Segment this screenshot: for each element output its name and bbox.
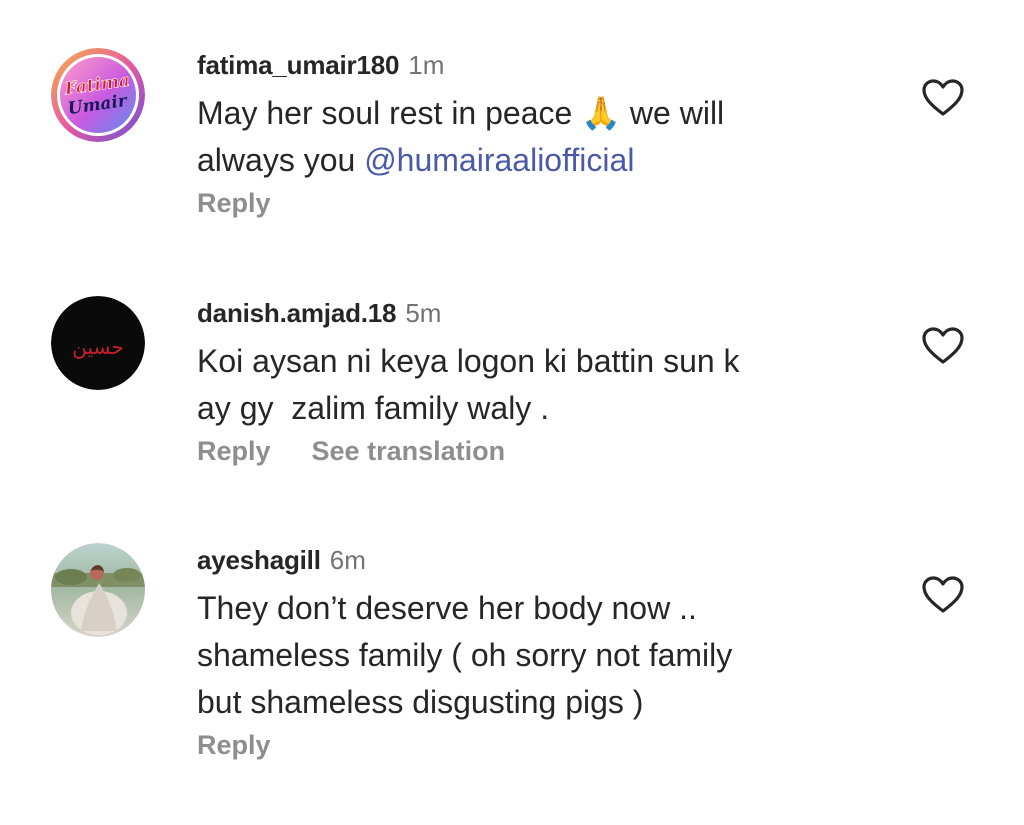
comment-time: 5m xyxy=(405,297,442,328)
username[interactable]: danish.amjad.18 xyxy=(197,298,397,329)
avatar-text: حسین xyxy=(72,335,123,359)
comment-time: 1m xyxy=(408,49,445,80)
comment-text: May her soul rest in peace 🙏 we will alw… xyxy=(197,90,877,184)
comment-meta: ayeshagill 6m xyxy=(197,541,877,579)
comment-actions: Reply xyxy=(197,188,877,219)
comment-actions: Reply xyxy=(197,730,877,761)
like-button[interactable] xyxy=(921,575,965,615)
heart-outline-icon xyxy=(922,576,964,613)
see-translation-button[interactable]: See translation xyxy=(312,436,506,467)
comment-meta: fatima_umair180 1m xyxy=(197,46,877,84)
comment-text: Koi aysan ni keya logon ki battin sun k … xyxy=(197,343,740,426)
like-button[interactable] xyxy=(921,326,965,366)
comment-actions: Reply See translation xyxy=(197,436,877,467)
reply-button[interactable]: Reply xyxy=(197,436,271,467)
avatar[interactable] xyxy=(51,543,145,637)
heart-outline-icon xyxy=(922,79,964,116)
avatar[interactable]: Fatima Umair xyxy=(51,48,145,142)
avatar[interactable]: حسین xyxy=(51,296,145,390)
username[interactable]: fatima_umair180 xyxy=(197,50,399,81)
reply-button[interactable]: Reply xyxy=(197,730,271,761)
comment-meta: danish.amjad.18 5m xyxy=(197,294,877,332)
comment-text: They don’t deserve her body now .. shame… xyxy=(197,590,733,720)
mention-link[interactable]: @humairaaliofficial xyxy=(364,142,634,178)
reply-button[interactable]: Reply xyxy=(197,188,271,219)
heart-outline-icon xyxy=(922,327,964,364)
comment-time: 6m xyxy=(329,544,366,575)
like-button[interactable] xyxy=(921,78,965,118)
username[interactable]: ayeshagill xyxy=(197,545,321,576)
